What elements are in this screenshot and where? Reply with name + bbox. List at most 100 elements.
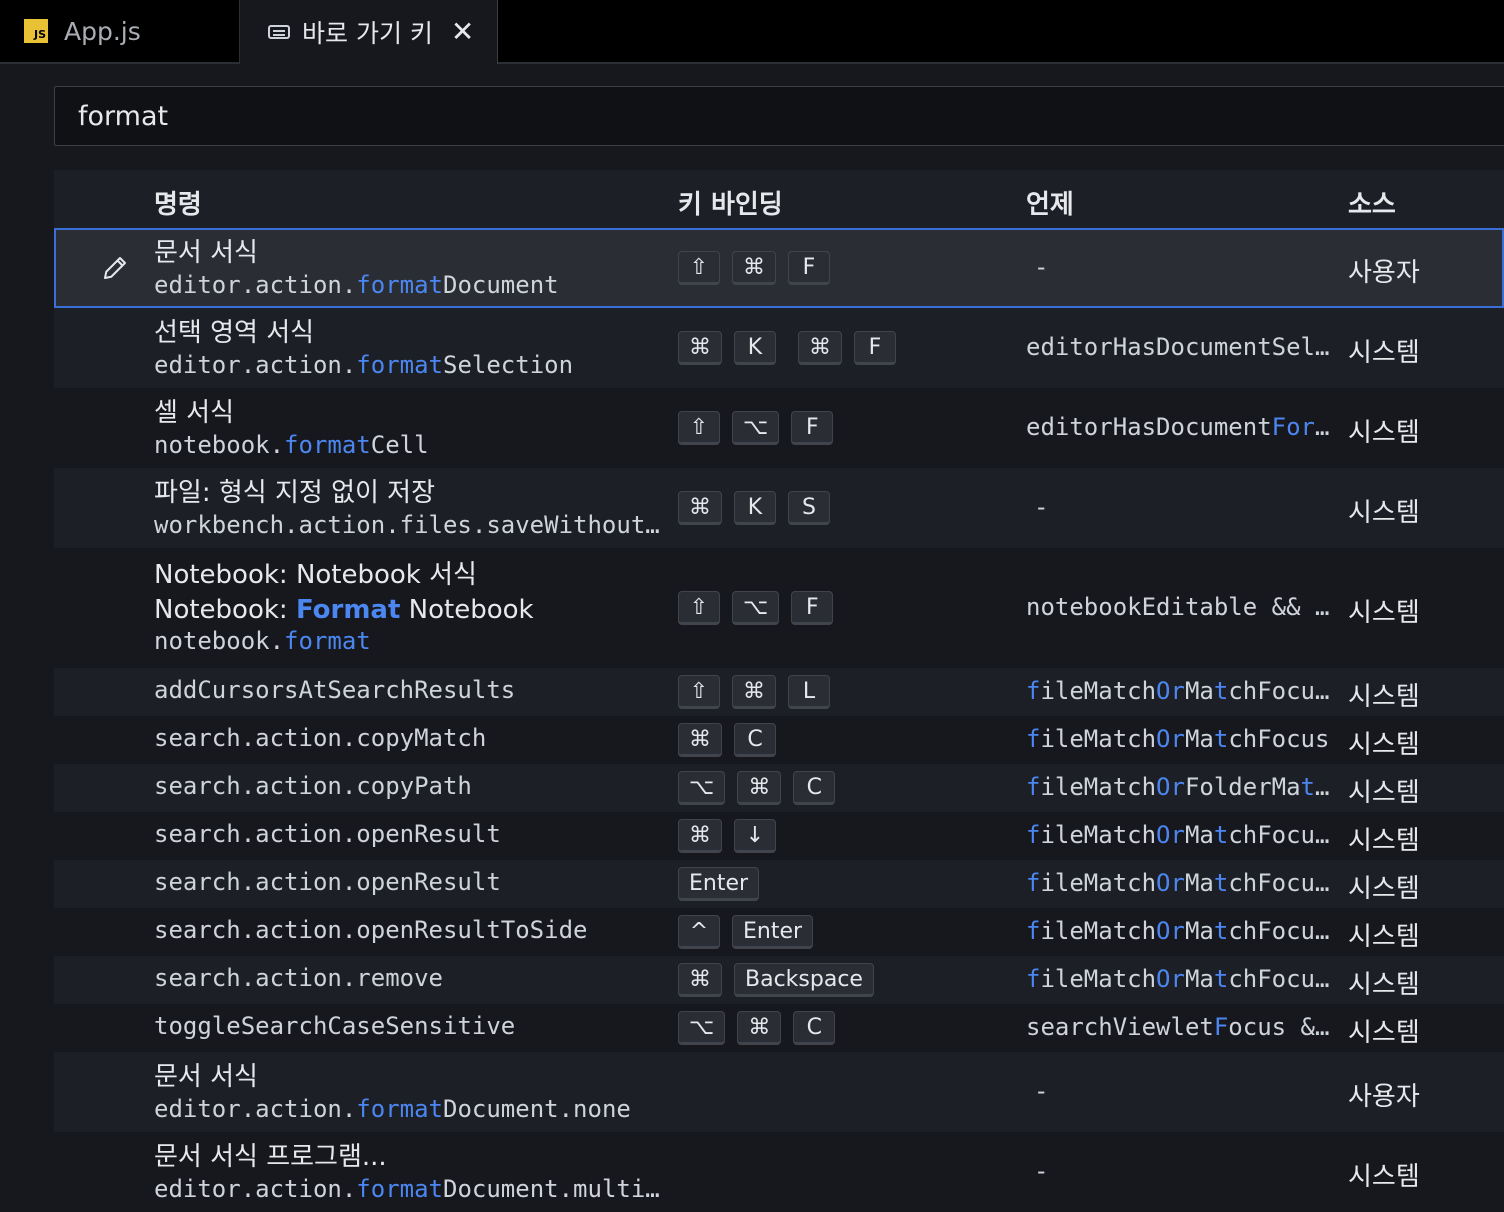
- search-highlight: Or: [1156, 965, 1185, 993]
- keybinding-cell: ⇧ ⌘ F: [678, 251, 842, 285]
- table-row[interactable]: 문서 서식 프로그램... editor.action.formatDocumen…: [54, 1132, 1504, 1212]
- search-highlight: f: [1026, 773, 1041, 801]
- command-cell: toggleSearchCaseSensitive: [154, 1012, 515, 1040]
- command-id-text: Selection: [443, 351, 574, 379]
- when-text: chFocus: [1228, 725, 1330, 753]
- command-id-text: notebook.: [154, 431, 285, 459]
- key-cap: ↓: [734, 819, 776, 853]
- table-row[interactable]: search.action.openResultToSide ^ Enter file…: [54, 908, 1504, 956]
- search-box[interactable]: [54, 86, 1504, 146]
- tab-keyboard-shortcuts[interactable]: 바로 가기 키 ✕: [240, 0, 498, 64]
- search-highlight: F: [1213, 1013, 1229, 1041]
- command-id: addCursorsAtSearchResults: [154, 676, 515, 704]
- table-row[interactable]: 문서 서식 editor.action.formatDocument.none - 사…: [54, 1052, 1504, 1132]
- command-title: 선택 영역 서식: [154, 318, 315, 348]
- source-cell: 시스템: [1348, 730, 1420, 760]
- search-highlight: format: [356, 351, 443, 379]
- when-text: notebookEditable && …: [1026, 593, 1330, 621]
- table-row[interactable]: search.action.openResult ⌘ ↓ fileMatchOrMat…: [54, 812, 1504, 860]
- tab-bar: JS App.js 바로 가기 키 ✕: [0, 0, 1504, 64]
- command-id: search.action.openResult: [154, 820, 501, 848]
- tab-app-js[interactable]: JS App.js: [0, 0, 240, 62]
- when-text: chFocu…: [1228, 917, 1330, 945]
- table-row[interactable]: search.action.copyMatch ⌘ CfileMatchOrMatc…: [54, 716, 1504, 764]
- when-cell: fileMatchOrFolderMat…: [1026, 773, 1329, 801]
- table-row[interactable]: 선택 영역 서식 editor.action.formatSelection ⌘ K ⌘…: [54, 308, 1504, 388]
- when-cell: -: [1034, 1157, 1048, 1185]
- when-text: ocus &…: [1228, 1013, 1330, 1041]
- table-row[interactable]: addCursorsAtSearchResults ⇧ ⌘ LfileMatchOrM…: [54, 668, 1504, 716]
- key-cap: ⌘: [678, 331, 722, 365]
- search-highlight: Or: [1156, 917, 1185, 945]
- column-header-source[interactable]: 소스: [1348, 184, 1396, 221]
- command-cell: search.action.openResultToSide: [154, 916, 587, 944]
- command-id-text: editor.action.: [154, 1095, 357, 1123]
- column-header-when[interactable]: 언제: [1026, 184, 1074, 221]
- table-row[interactable]: Notebook: Notebook 서식 Notebook: Format No…: [54, 548, 1504, 668]
- key-cap: Backspace: [734, 963, 874, 997]
- key-cap: ⌥: [732, 411, 780, 445]
- keybindings-table: 명령 키 바인딩 언제 소스 문서 서식 editor.action.format…: [54, 170, 1504, 1212]
- command-cell: 문서 서식 editor.action.formatDocument.none: [154, 1056, 631, 1123]
- key-cap: ⌘: [678, 963, 722, 997]
- table-row[interactable]: 파일: 형식 지정 없이 저장 workbench.action.files.sa…: [54, 468, 1504, 548]
- source-cell: 시스템: [1348, 338, 1420, 368]
- command-cell: 문서 서식 프로그램... editor.action.formatDocumen…: [154, 1136, 660, 1203]
- key-cap: K: [734, 331, 776, 365]
- table-row[interactable]: toggleSearchCaseSensitive ⌥ ⌘ CsearchViewle…: [54, 1004, 1504, 1052]
- table-row[interactable]: 셀 서식 notebook.formatCell ⇧ ⌥ FeditorHasDocum…: [54, 388, 1504, 468]
- table-row[interactable]: search.action.remove ⌘ Backspace fileMatchO…: [54, 956, 1504, 1004]
- key-cap: ⌘: [737, 771, 782, 805]
- command-id: search.action.copyMatch: [154, 724, 486, 752]
- key-cap: ⌘: [678, 491, 722, 525]
- source-cell: 시스템: [1348, 1018, 1420, 1048]
- search-highlight: f: [1026, 821, 1041, 849]
- when-cell: -: [1034, 493, 1048, 521]
- search-highlight: format: [356, 271, 443, 299]
- javascript-file-icon: JS: [24, 19, 48, 43]
- command-id: search.action.openResult: [154, 868, 501, 896]
- search-highlight: Format: [295, 595, 401, 625]
- command-cell: search.action.copyPath: [154, 772, 472, 800]
- edit-pencil-icon[interactable]: [100, 253, 130, 283]
- when-text: -: [1034, 1157, 1049, 1185]
- key-cap: F: [788, 251, 830, 285]
- command-id: toggleSearchCaseSensitive: [154, 1012, 515, 1040]
- key-cap: ⌘: [678, 819, 722, 853]
- key-cap: F: [791, 411, 834, 445]
- column-header-keybinding[interactable]: 키 바인딩: [678, 184, 783, 221]
- column-header-command[interactable]: 명령: [154, 184, 202, 221]
- when-text: editorHasDocumentSel…: [1026, 333, 1330, 361]
- command-title: 문서 서식: [154, 1062, 258, 1092]
- when-text: ileMatch: [1040, 677, 1157, 705]
- key-cap: L: [788, 675, 830, 709]
- when-text: ileMatch: [1040, 917, 1157, 945]
- source-cell: 시스템: [1348, 1162, 1420, 1192]
- table-row[interactable]: search.action.copyPath ⌥ ⌘ CfileMatchOrFold…: [54, 764, 1504, 812]
- subtitle-text: Notebook:: [154, 595, 296, 625]
- when-text: ileMatch: [1040, 965, 1157, 993]
- key-cap: ⌥: [678, 1011, 726, 1045]
- key-cap: S: [788, 491, 830, 525]
- keybinding-cell: ⇧ ⌥ F: [678, 411, 845, 445]
- keybinding-cell: ⇧ ⌘ L: [678, 675, 842, 709]
- when-text: searchViewlet: [1026, 1013, 1214, 1041]
- search-highlight: For: [1271, 413, 1315, 441]
- command-id-text: toggleSearchCaseSensitive: [154, 1012, 516, 1040]
- source-cell: 시스템: [1348, 778, 1420, 808]
- keybinding-cell: Enter: [678, 867, 771, 901]
- close-icon[interactable]: ✕: [451, 18, 474, 46]
- when-text: ileMatch: [1040, 725, 1157, 753]
- when-text: editorHasDocument: [1026, 413, 1272, 441]
- table-row[interactable]: search.action.openResult Enter fileMatchOr…: [54, 860, 1504, 908]
- search-input[interactable]: [76, 99, 1504, 133]
- source-cell: 시스템: [1348, 682, 1420, 712]
- command-cell: search.action.openResult: [154, 868, 501, 896]
- when-text: …: [1315, 413, 1330, 441]
- tab-bar-border: [0, 62, 1504, 64]
- command-cell: Notebook: Notebook 서식 Notebook: Format No…: [154, 554, 534, 655]
- when-text: …: [1315, 773, 1330, 801]
- source-cell: 시스템: [1348, 970, 1420, 1000]
- keybinding-cell: ^ Enter: [678, 915, 825, 949]
- table-row[interactable]: 문서 서식 editor.action.formatDocument ⇧ ⌘ F - 사용자: [54, 228, 1504, 308]
